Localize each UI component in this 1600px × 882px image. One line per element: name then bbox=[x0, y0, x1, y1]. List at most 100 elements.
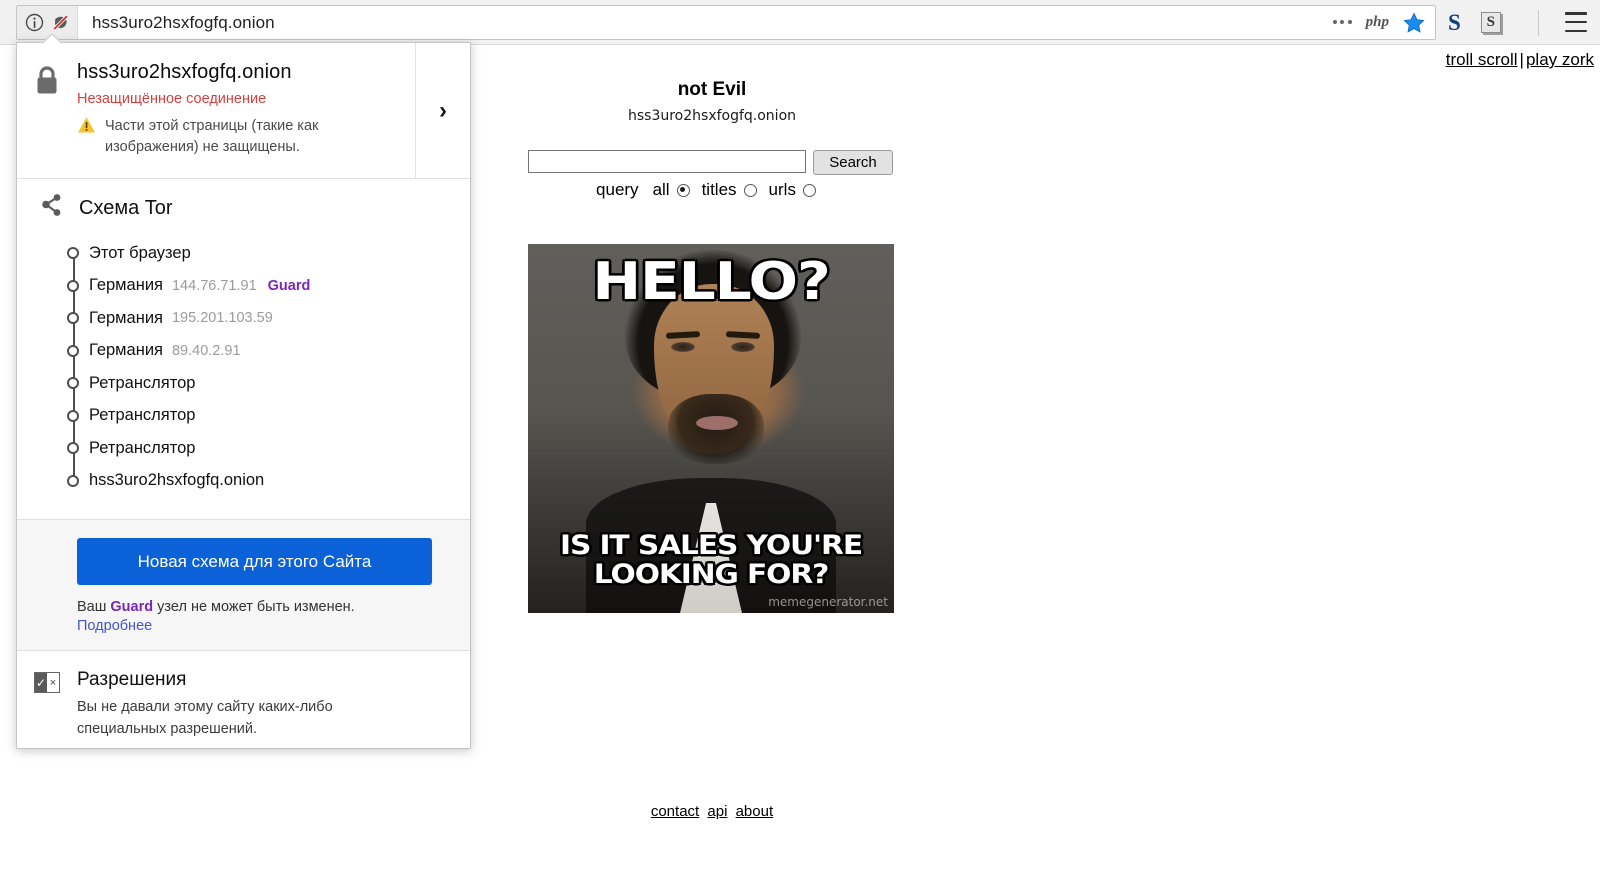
circuit-dot bbox=[67, 474, 79, 487]
circuit-node-guard-tag: Guard bbox=[267, 277, 311, 294]
identity-section: hss3uro2hsxfogfq.onion Незащищённое соед… bbox=[17, 43, 470, 180]
tor-circuit-section: Схема Tor Этот браузер Германия 144.76.7… bbox=[17, 179, 470, 521]
query-label: query bbox=[596, 180, 639, 199]
star-icon[interactable] bbox=[1403, 11, 1425, 34]
radio-label-titles: titles bbox=[701, 180, 737, 199]
meme-eye-left bbox=[671, 342, 695, 352]
extension-s-box-icon[interactable]: S bbox=[1480, 12, 1501, 33]
circuit-node: Ретранслятор bbox=[67, 399, 470, 433]
permissions-description: Вы не давали этому сайту каких-либо спец… bbox=[77, 699, 333, 737]
permissions-title: Разрешения bbox=[77, 669, 187, 691]
circuit-dot bbox=[67, 409, 79, 422]
broken-shield-icon[interactable] bbox=[51, 13, 70, 32]
circuit-node: Германия 89.40.2.91 bbox=[67, 334, 470, 368]
circuit-dot bbox=[67, 344, 79, 357]
meme-eye-right bbox=[731, 342, 755, 352]
tor-title: Схема Tor bbox=[79, 196, 173, 219]
guard-note-after: узел не может быть изменен. bbox=[153, 599, 355, 616]
circuit-node-label: hss3uro2hsxfogfq.onion bbox=[89, 471, 265, 490]
meme-mouth bbox=[696, 416, 738, 430]
circuit-node-label: Германия bbox=[89, 276, 163, 295]
circuit-node: Ретранслятор bbox=[67, 432, 470, 465]
guard-note-before: Ваш bbox=[77, 599, 111, 616]
learn-more-link[interactable]: Подробнее bbox=[77, 618, 448, 634]
padlock-icon bbox=[17, 61, 77, 95]
tor-circuit-list: Этот браузер Германия 144.76.71.91 Guard… bbox=[17, 237, 470, 497]
about-link[interactable]: about bbox=[736, 803, 774, 820]
search-button[interactable]: Search bbox=[813, 150, 893, 175]
url-text[interactable]: hss3uro2hsxfogfq.onion bbox=[78, 13, 1333, 33]
circuit-dot bbox=[67, 312, 79, 325]
circuit-node-label: Ретранслятор bbox=[89, 373, 196, 392]
meme-top-text: HELLO? bbox=[591, 252, 833, 312]
new-circuit-button[interactable]: Новая схема для этого Сайта bbox=[77, 538, 432, 586]
permissions-x-glyph: × bbox=[47, 673, 59, 693]
permissions-section: ✓ × Разрешения Вы не давали этому сайту … bbox=[17, 651, 470, 757]
php-icon[interactable]: php bbox=[1366, 14, 1389, 31]
url-bar[interactable]: hss3uro2hsxfogfq.onion php bbox=[16, 5, 1436, 40]
troll-scroll-link[interactable]: troll scroll bbox=[1446, 50, 1518, 69]
circuit-node: Ретранслятор bbox=[67, 367, 470, 400]
circuit-dot bbox=[67, 442, 79, 455]
circuit-node: Этот браузер bbox=[67, 237, 470, 270]
circuit-node-label: Германия bbox=[89, 341, 163, 360]
radio-label-all: all bbox=[652, 180, 670, 199]
circuit-node: Германия 144.76.71.91 Guard bbox=[67, 269, 470, 303]
circuit-node-label: Германия bbox=[89, 308, 163, 327]
circuit-node-label: Этот браузер bbox=[89, 243, 191, 262]
radio-urls[interactable] bbox=[802, 183, 816, 197]
browser-toolbar: hss3uro2hsxfogfq.onion php S S bbox=[0, 0, 1600, 45]
meme-watermark: memegenerator.net bbox=[768, 595, 888, 609]
meme-bottom-text: IS IT SALES YOU'RE LOOKING FOR? bbox=[558, 529, 864, 590]
circuit-node: Германия 195.201.103.59 bbox=[67, 302, 470, 335]
circuit-node-ip: 144.76.71.91 bbox=[171, 277, 257, 294]
permissions-body: Разрешения Вы не давали этому сайту каки… bbox=[77, 669, 377, 741]
info-circle-icon[interactable] bbox=[25, 13, 44, 32]
radio-label-urls: urls bbox=[768, 180, 796, 199]
identity-body: hss3uro2hsxfogfq.onion Незащищённое соед… bbox=[77, 61, 470, 158]
identity-warning-text: Части этой страницы (такие как изображен… bbox=[105, 118, 319, 156]
new-circuit-section: Новая схема для этого Сайта Ваш Guard уз… bbox=[17, 520, 470, 652]
warning-triangle-icon bbox=[77, 116, 96, 139]
toolbar-divider bbox=[1538, 10, 1539, 36]
permissions-icon-wrap: ✓ × bbox=[17, 669, 77, 694]
identity-expand-chevron-icon[interactable]: › bbox=[415, 43, 470, 179]
site-identity-panel: hss3uro2hsxfogfq.onion Незащищённое соед… bbox=[16, 42, 471, 749]
page-actions-dots-icon[interactable] bbox=[1332, 19, 1352, 26]
radio-option-all[interactable]: all bbox=[653, 180, 690, 200]
permissions-check-glyph: ✓ bbox=[35, 673, 47, 693]
tor-circuit-icon bbox=[39, 193, 64, 223]
api-link[interactable]: api bbox=[707, 803, 727, 820]
circuit-dot bbox=[67, 247, 79, 260]
identity-host: hss3uro2hsxfogfq.onion bbox=[77, 61, 292, 83]
footer-links: contact api about bbox=[0, 803, 1424, 820]
meme-image: HELLO? IS IT SALES YOU'RE LOOKING FOR? m… bbox=[528, 244, 894, 613]
radio-titles[interactable] bbox=[743, 183, 757, 197]
circuit-node-ip: 195.201.103.59 bbox=[171, 310, 273, 327]
identity-warning: Части этой страницы (такие как изображен… bbox=[77, 116, 462, 158]
radio-all[interactable] bbox=[676, 183, 690, 197]
extension-icons: S S bbox=[1448, 5, 1501, 40]
extension-s-icon[interactable]: S bbox=[1448, 10, 1461, 36]
guard-note: Ваш Guard узел не может быть изменен. bbox=[77, 599, 448, 615]
circuit-dot bbox=[67, 279, 79, 292]
hamburger-menu-icon[interactable] bbox=[1565, 12, 1587, 32]
circuit-node-label: Ретранслятор bbox=[89, 406, 196, 425]
tor-header: Схема Tor bbox=[17, 193, 470, 223]
panel-arrow bbox=[43, 34, 61, 43]
play-zork-link[interactable]: play zork bbox=[1526, 50, 1594, 69]
permissions-icon: ✓ × bbox=[34, 672, 60, 694]
top-links: troll scroll | play zork bbox=[1446, 50, 1594, 70]
identity-status: Незащищённое соединение bbox=[77, 91, 267, 107]
radio-option-titles[interactable]: titles bbox=[702, 180, 757, 200]
guard-note-bold: Guard bbox=[110, 599, 154, 616]
circuit-node-label: Ретранслятор bbox=[89, 438, 196, 457]
circuit-node: hss3uro2hsxfogfq.onion bbox=[67, 464, 470, 498]
links-separator: | bbox=[1519, 50, 1524, 69]
contact-link[interactable]: contact bbox=[651, 803, 699, 820]
circuit-dot bbox=[67, 377, 79, 390]
circuit-node-ip: 89.40.2.91 bbox=[171, 342, 241, 359]
search-input[interactable] bbox=[528, 150, 806, 173]
radio-option-urls[interactable]: urls bbox=[769, 180, 816, 200]
search-row: Search bbox=[528, 150, 893, 175]
